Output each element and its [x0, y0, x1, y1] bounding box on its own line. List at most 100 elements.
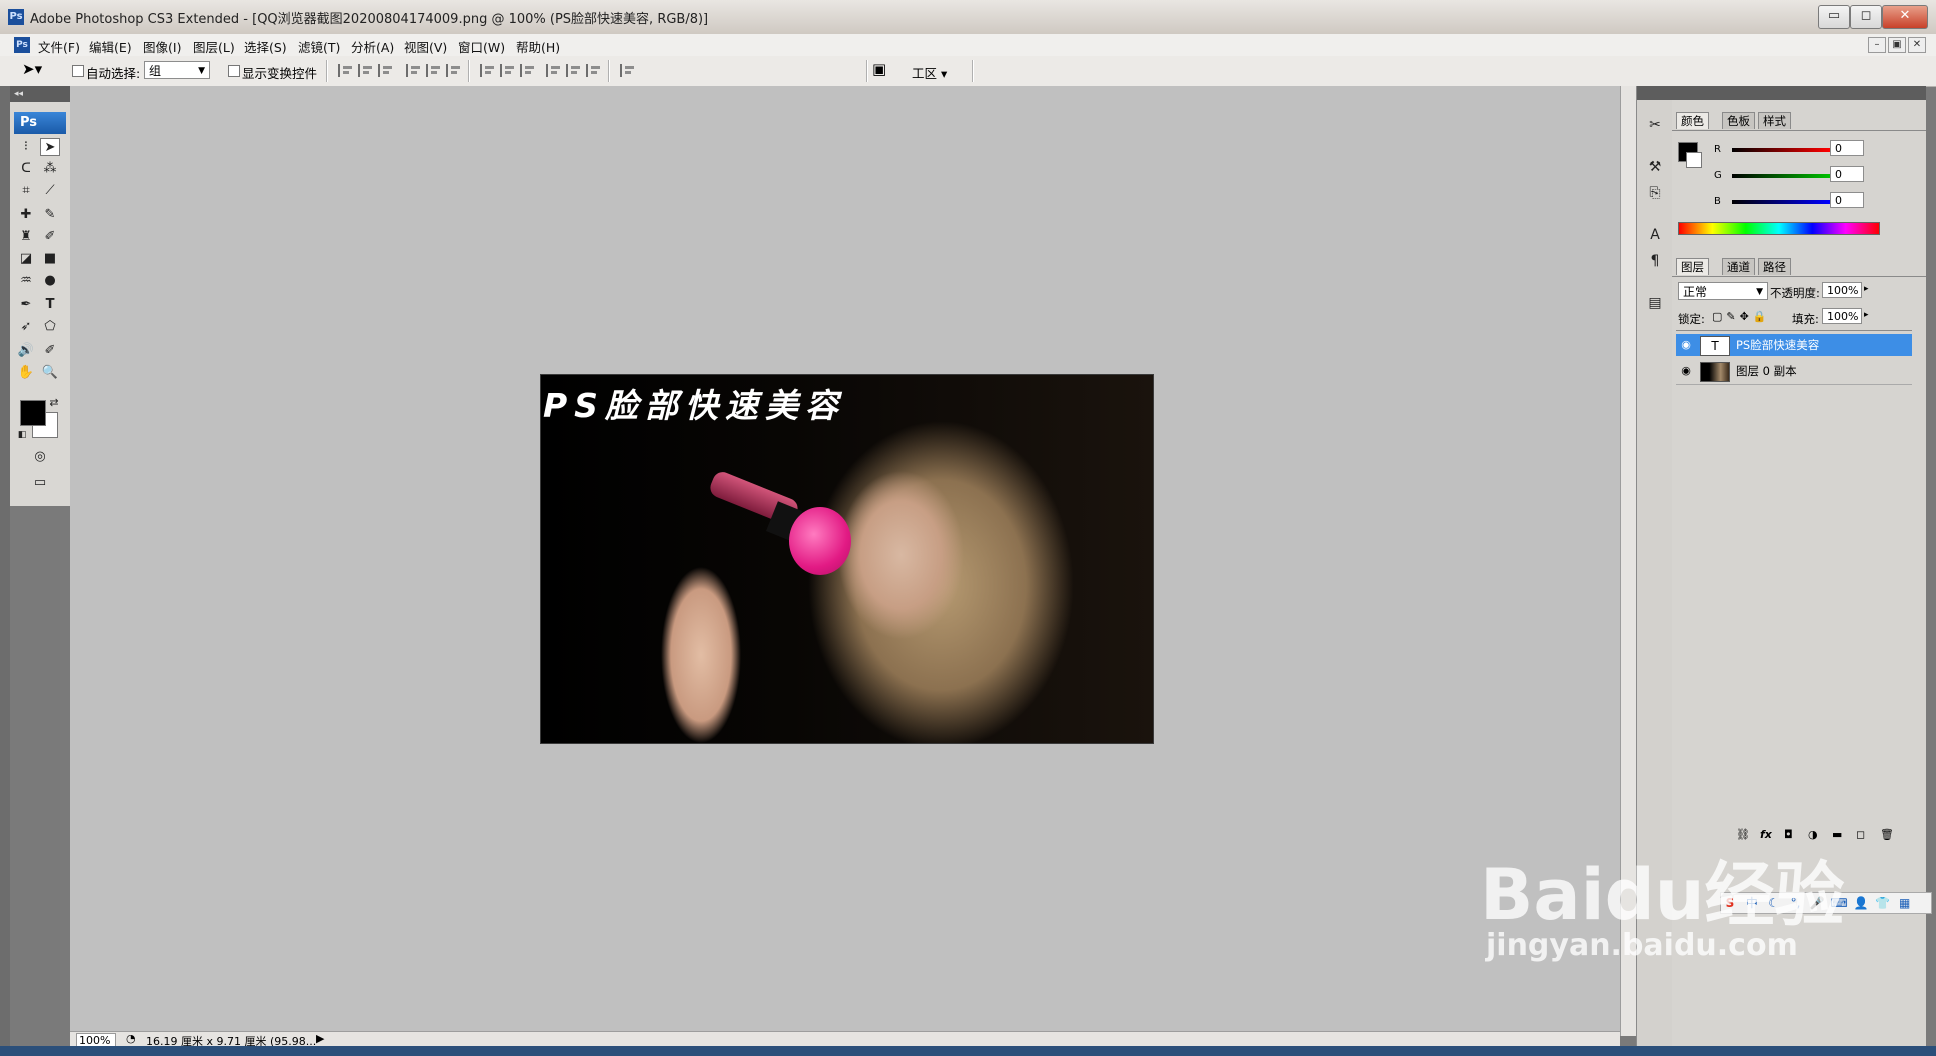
align-left-icon[interactable] — [406, 64, 424, 77]
distribute-hcenter-icon[interactable] — [566, 64, 584, 77]
workspace-button[interactable]: 工区 ▾ — [912, 63, 947, 82]
distribute-top-icon[interactable] — [480, 64, 498, 77]
document-image[interactable]: PS脸部快速美容 — [540, 374, 1154, 744]
move-tool-icon[interactable]: ➤ — [40, 138, 60, 156]
channel-r-value[interactable]: 0 — [1830, 140, 1864, 156]
distribute-left-icon[interactable] — [546, 64, 564, 77]
brushes-icon[interactable]: ⚒ — [1644, 156, 1666, 178]
channel-r-slider[interactable] — [1732, 148, 1830, 152]
eye-visibility-icon[interactable]: ◉ — [1679, 338, 1693, 352]
distribute-vcenter-icon[interactable] — [500, 64, 518, 77]
channel-g-value[interactable]: 0 — [1830, 166, 1864, 182]
eyedropper-tool-icon[interactable]: ✐ — [40, 342, 60, 360]
gradient-tool-icon[interactable]: ■ — [40, 250, 60, 268]
distribute-bottom-icon[interactable] — [520, 64, 538, 77]
pen-tool-icon[interactable]: ✒ — [16, 296, 36, 314]
blend-mode-dropdown[interactable]: 正常 ▼ — [1678, 282, 1768, 300]
layer-style-icon[interactable]: fx — [1760, 828, 1772, 841]
foreground-color-swatch[interactable] — [20, 400, 46, 426]
menu-view[interactable]: 视图(V) — [404, 37, 447, 56]
custom-shape-tool-icon[interactable]: ⬠ — [40, 318, 60, 336]
tab-layers[interactable]: 图层 — [1676, 258, 1709, 275]
tab-channels[interactable]: 通道 — [1722, 258, 1755, 275]
new-layer-icon[interactable]: ◻ — [1856, 828, 1865, 841]
magic-wand-tool-icon[interactable]: ⁂ — [40, 160, 60, 178]
toolbox-header[interactable]: ◂◂ — [10, 86, 70, 102]
show-transform-checkbox[interactable] — [228, 65, 240, 77]
adjustment-layer-icon[interactable]: ◑ — [1808, 828, 1818, 841]
opacity-field[interactable]: 100% — [1822, 282, 1862, 298]
path-selection-tool-icon[interactable]: ➶ — [16, 318, 36, 336]
default-colors-icon[interactable]: ◧ — [12, 426, 32, 444]
fill-field[interactable]: 100% — [1822, 308, 1862, 324]
channel-b-value[interactable]: 0 — [1830, 192, 1864, 208]
fill-arrow-icon[interactable]: ▸ — [1864, 310, 1869, 320]
link-layers-icon[interactable]: ⛓ — [1736, 828, 1750, 841]
align-vcenter-icon[interactable] — [358, 64, 376, 77]
dodge-tool-icon[interactable]: ● — [40, 272, 60, 290]
distribute-right-icon[interactable] — [586, 64, 604, 77]
delete-layer-icon[interactable]: 🗑 — [1880, 828, 1894, 841]
align-top-icon[interactable] — [338, 64, 356, 77]
status-icon[interactable]: ◔ — [126, 1032, 136, 1045]
close-button[interactable]: ✕ — [1882, 5, 1928, 29]
document-icon[interactable]: Ps — [14, 37, 30, 53]
crop-tool-icon[interactable]: ⌗ — [16, 182, 36, 200]
menu-filter[interactable]: 滤镜(T) — [298, 37, 340, 56]
horizontal-scrollbar[interactable] — [330, 1031, 1620, 1047]
skin-icon[interactable]: 👕 — [1874, 893, 1892, 913]
opacity-arrow-icon[interactable]: ▸ — [1864, 284, 1869, 294]
align-hcenter-icon[interactable] — [426, 64, 444, 77]
swap-colors-icon[interactable]: ⇄ — [44, 394, 64, 412]
menu-layer[interactable]: 图层(L) — [193, 37, 235, 56]
tab-swatches[interactable]: 色板 — [1722, 112, 1755, 129]
menu-window[interactable]: 窗口(W) — [458, 37, 505, 56]
bridge-icon[interactable]: ▣ — [872, 60, 886, 78]
tab-color[interactable]: 颜色 — [1676, 112, 1709, 129]
menu-file[interactable]: 文件(F) — [38, 37, 80, 56]
lock-icons[interactable]: ▢✎✥🔒 — [1712, 310, 1771, 323]
tools-preset-icon[interactable]: ✂ — [1644, 114, 1666, 136]
healing-brush-tool-icon[interactable]: ✚ — [16, 206, 36, 224]
status-menu-arrow-icon[interactable]: ▶ — [316, 1032, 324, 1045]
doc-close-button[interactable]: ✕ — [1908, 37, 1926, 53]
menu-edit[interactable]: 编辑(E) — [89, 37, 132, 56]
dock-header[interactable] — [1637, 86, 1673, 100]
menu-select[interactable]: 选择(S) — [244, 37, 287, 56]
notes-tool-icon[interactable]: 🔊 — [16, 342, 36, 360]
align-bottom-icon[interactable] — [378, 64, 396, 77]
history-brush-tool-icon[interactable]: ✐ — [40, 228, 60, 246]
color-ramp[interactable] — [1678, 222, 1880, 235]
doc-minimize-button[interactable]: – — [1868, 37, 1886, 53]
clone-source-icon[interactable]: ⎘ — [1644, 182, 1666, 204]
lasso-tool-icon[interactable]: ᑕ — [16, 160, 36, 178]
layer-mask-icon[interactable]: ◘ — [1784, 828, 1793, 841]
new-group-icon[interactable]: ▬ — [1832, 828, 1842, 841]
screen-mode-icon[interactable]: ▭ — [30, 474, 50, 492]
os-taskbar[interactable] — [0, 1046, 1936, 1056]
layer-name[interactable]: PS脸部快速美容 — [1736, 334, 1819, 356]
panels-header[interactable] — [1672, 86, 1926, 100]
auto-align-icon[interactable] — [620, 64, 638, 77]
brush-tool-icon[interactable]: ✎ — [40, 206, 60, 224]
channel-g-slider[interactable] — [1732, 174, 1830, 178]
maximize-button[interactable]: ◻ — [1850, 5, 1882, 29]
quick-mask-icon[interactable]: ◎ — [30, 448, 50, 466]
menu-help[interactable]: 帮助(H) — [516, 37, 560, 56]
doc-restore-button[interactable]: ▣ — [1888, 37, 1906, 53]
marquee-handle-icon[interactable]: ⁝ — [16, 138, 36, 156]
menu-image[interactable]: 图像(I) — [143, 37, 181, 56]
layer-row-image[interactable]: ◉ 图层 0 副本 — [1676, 360, 1912, 382]
tab-styles[interactable]: 样式 — [1758, 112, 1791, 129]
move-tool-preset-icon[interactable]: ➤▾ — [22, 60, 42, 78]
layer-comps-icon[interactable]: ▤ — [1644, 292, 1666, 314]
eraser-tool-icon[interactable]: ◪ — [16, 250, 36, 268]
menu-analysis[interactable]: 分析(A) — [351, 37, 394, 56]
paragraph-icon[interactable]: ¶ — [1644, 250, 1666, 272]
align-right-icon[interactable] — [446, 64, 464, 77]
toolbox-grid-icon[interactable]: ▦ — [1896, 893, 1914, 913]
slice-tool-icon[interactable]: ⟋ — [40, 182, 60, 200]
auto-select-checkbox[interactable] — [72, 65, 84, 77]
type-tool-icon[interactable]: T — [40, 296, 60, 314]
minimize-button[interactable]: ▭ — [1818, 5, 1850, 29]
